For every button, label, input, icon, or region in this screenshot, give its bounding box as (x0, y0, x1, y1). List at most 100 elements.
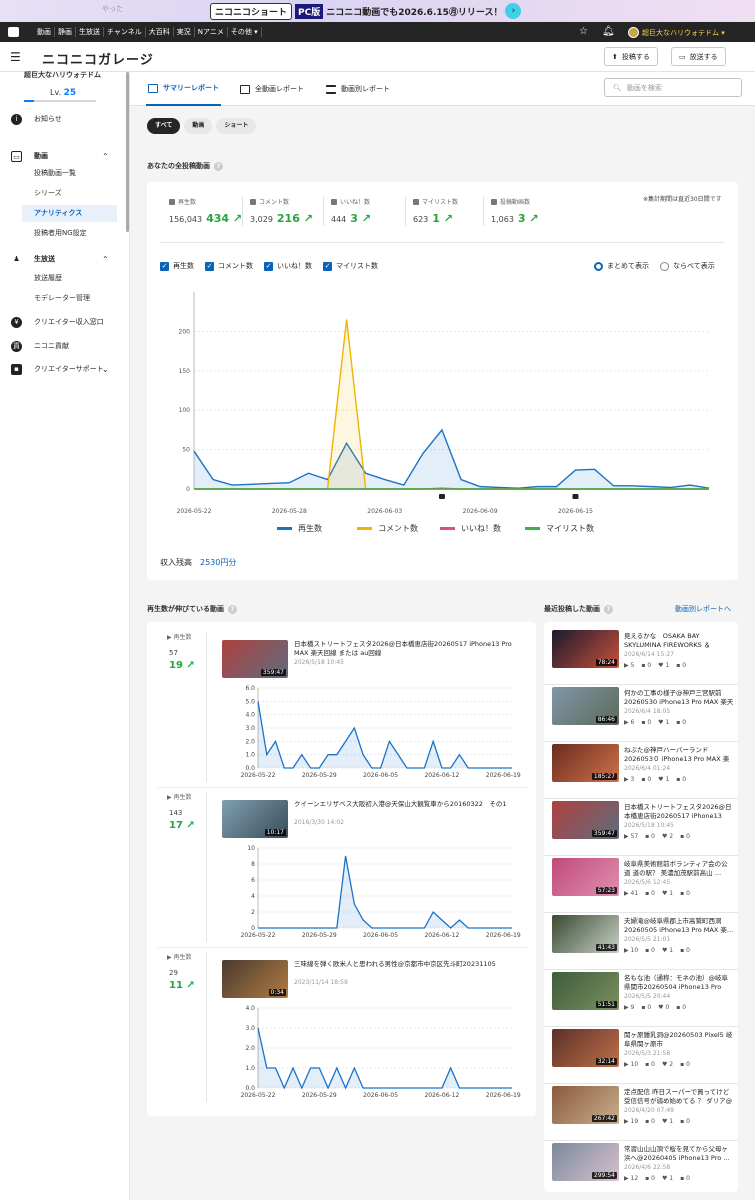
legend-item[interactable]: いいね！数 (440, 523, 501, 534)
user-menu[interactable]: 超巨大なハリウォテドム ▾ (624, 25, 729, 40)
nav-item[interactable]: 大百科 (146, 27, 174, 37)
video-title[interactable]: 何かの工事の様子@神戸三宮駅前20260530 iPhone13 Pro MAX… (624, 689, 734, 707)
metric-checkbox[interactable]: ✓ いいね！数 (264, 261, 312, 271)
nav-item[interactable]: 静画 (55, 27, 76, 37)
per-video-report-link[interactable]: 動画別レポートへ (675, 604, 731, 614)
recent-video-item[interactable]: 359:47 日本橋ストリートフェスタ2026@日本橋恵店街20260517 iP… (552, 799, 737, 855)
video-date: 2026/5/3 21:58 (624, 1050, 671, 1057)
help-icon[interactable]: ? (228, 604, 237, 614)
niconico-logo-icon[interactable] (8, 27, 19, 37)
video-title[interactable]: 名もな池（通称：モネの池）@岐阜県関市20260504 iPhone13 Pro… (624, 974, 734, 992)
video-title[interactable]: クイーンエリザベス大阪初入港@天保山大観覧車から20160322 その1 (294, 800, 522, 818)
video-marker-icon[interactable] (438, 494, 445, 499)
recent-video-item[interactable]: 78:24 見えるかな OSAKA BAY SKYLUMINA FIREWORKS… (552, 628, 737, 684)
filter-pill[interactable]: 動画 (184, 118, 213, 134)
nav-item[interactable]: その他 ▾ (228, 27, 262, 37)
video-title[interactable]: 岐阜県美術館前ボランティア会の公道 道の駅？ 美濃加茂駅前高山 … (624, 860, 734, 878)
video-thumbnail[interactable]: 359:47 (222, 640, 288, 678)
nav-item[interactable]: チャンネル (104, 27, 146, 37)
filter-pill[interactable]: すべて (147, 118, 181, 134)
count-item: ▶ 12 (624, 1175, 638, 1182)
video-thumbnail[interactable]: 32:14 (552, 1029, 619, 1067)
sidebar-item-video[interactable]: ▭ 動画 ⌃ (0, 149, 128, 163)
post-button[interactable]: ⬆ 投稿する (604, 47, 658, 66)
stat-gain: 3 ↗ (517, 212, 539, 225)
video-thumbnail[interactable]: 185:27 (552, 744, 619, 782)
video-search-input[interactable]: 🔍︎ 動画を検索 (604, 78, 742, 97)
video-thumbnail[interactable]: 57:23 (552, 858, 619, 896)
nav-item[interactable]: Nアニメ (195, 27, 228, 37)
help-icon[interactable]: ? (214, 161, 223, 171)
count-item: ▪ 0 (680, 833, 690, 840)
metric-checkbox[interactable]: ✓ マイリスト数 (323, 261, 378, 271)
sidebar-item-news[interactable]: i お知らせ (0, 112, 128, 126)
sidebar-sub-item[interactable]: 放送履歴 (22, 270, 117, 287)
recent-video-item[interactable]: 267:42 定点配信 昨日スーパーで買ってけど受信信号が弱め始めてる ？ ダリア… (552, 1084, 737, 1140)
sidebar-item-revenue[interactable]: ¥ クリエイター収入窓口 (0, 315, 128, 329)
metric-checkbox[interactable]: ✓ 再生数 (160, 261, 194, 271)
tab-per-video[interactable]: 動画別レポート (326, 72, 390, 106)
user-name: 超巨大なハリウォテドム ▾ (642, 28, 725, 37)
nav-item[interactable]: 実況 (174, 27, 195, 37)
live-button[interactable]: ▭ 放送する (671, 47, 726, 66)
video-marker-icon[interactable] (572, 494, 579, 499)
video-thumbnail[interactable]: 86:46 (552, 687, 619, 725)
filter-pill[interactable]: ショート (216, 118, 257, 134)
revenue-value[interactable]: 2530円分 (200, 558, 236, 567)
stat-icon (413, 198, 419, 205)
video-thumbnail[interactable]: 78:24 (552, 630, 619, 668)
video-duration: 86:46 (595, 716, 617, 723)
promo-banner[interactable]: やった ニコニコショート PC版 ニコニコ動画でも2026.6.15㊊リリース！… (0, 0, 755, 22)
video-thumbnail[interactable]: 10:17 (222, 800, 288, 838)
banner-arrow-icon[interactable]: › (505, 3, 522, 19)
nav-item[interactable]: 生放送 (76, 27, 104, 37)
sidebar-sub-item[interactable]: 投稿動画一覧 (22, 165, 117, 182)
recent-video-item[interactable]: 51:51 名もな池（通称：モネの池）@岐阜県関市20260504 iPhone1… (552, 970, 737, 1026)
sidebar-sub-item[interactable]: シリーズ (22, 185, 117, 202)
recent-video-item[interactable]: 86:46 何かの工事の様子@神戸三宮駅前20260530 iPhone13 Pr… (552, 685, 737, 741)
sidebar-scrollbar[interactable] (126, 72, 129, 232)
tab-all-videos[interactable]: 全動画レポート (240, 72, 304, 106)
video-title[interactable]: 見えるかな OSAKA BAY SKYLUMINA FIREWORKS ＆ DR… (624, 632, 734, 650)
video-title[interactable]: 定点配信 昨日スーパーで買ってけど受信信号が弱め始めてる ？ ダリア@ベラ… (624, 1088, 734, 1106)
video-thumbnail[interactable]: 0:34 (222, 960, 288, 998)
video-title[interactable]: 日本橋ストリートフェスタ2026@日本橋恵店街20260517 iPhone13… (624, 803, 734, 821)
recent-video-item[interactable]: 185:27 ねぶた@神戸ハーバーランド2026053０ iPhone13 Pro… (552, 742, 737, 798)
video-title[interactable]: 三味線を弾く欧米人と思われる男性@京都市中京区先斗町20231105 (294, 960, 522, 978)
video-thumbnail[interactable]: 299:54 (552, 1143, 619, 1181)
video-thumbnail[interactable]: 359:47 (552, 801, 619, 839)
legend-item[interactable]: コメント数 (357, 523, 418, 534)
hamburger-icon[interactable]: ☰ (10, 51, 21, 63)
radio-side-by-side[interactable]: ならべて表示 (660, 261, 715, 271)
video-title[interactable]: ねぶた@神戸ハーバーランド2026053０ iPhone13 Pro MAX 楽… (624, 746, 734, 764)
video-title[interactable]: 日本橋ストリートフェスタ2026@日本橋恵店街20260517 iPhone13… (294, 640, 522, 658)
banner-pc-badge: PC版 (295, 3, 324, 19)
tab-summary[interactable]: サマリーレポート (146, 72, 221, 106)
sidebar-sub-item[interactable]: モデレーター管理 (22, 290, 117, 307)
sidebar-item-live[interactable]: ♟ 生放送 ⌃ (0, 252, 128, 266)
radio-combined[interactable]: まとめて表示 (594, 261, 649, 271)
nav-item[interactable]: 動画 (34, 27, 55, 37)
help-icon[interactable]: ? (604, 604, 613, 614)
sidebar-contrib-label: ニコニ貢献 (34, 342, 69, 350)
legend-item[interactable]: 再生数 (277, 523, 322, 534)
sidebar-sub-item[interactable]: 投稿者用NG設定 (22, 225, 117, 242)
video-title[interactable]: 関ヶ原鍾乳洞@20260503 Pixel5 岐阜県関ヶ原市 (624, 1031, 734, 1049)
video-thumbnail[interactable]: 267:42 (552, 1086, 619, 1124)
legend-item[interactable]: マイリスト数 (525, 523, 594, 534)
recent-video-item[interactable]: 32:14 関ヶ原鍾乳洞@20260503 Pixel5 岐阜県関ヶ原市 2026/… (552, 1027, 737, 1083)
count-value: 0 (682, 776, 687, 783)
sidebar-item-contrib[interactable]: 貢 ニコニ貢献 (0, 339, 128, 353)
video-thumbnail[interactable]: 41:43 (552, 915, 619, 953)
bell-icon[interactable]: 🔔︎ (602, 26, 615, 37)
star-icon[interactable]: ☆ (579, 26, 588, 37)
sidebar-item-support[interactable]: ▪ クリエイターサポート ⌄ (0, 362, 128, 376)
metric-checkbox[interactable]: ✓ コメント数 (205, 261, 253, 271)
video-title[interactable]: 常習山山山頂で桜を見てから父母ヶ浜へ@20260405 iPhone13 Pro… (624, 1145, 734, 1163)
recent-video-item[interactable]: 299:54 常習山山山頂で桜を見てから父母ヶ浜へ@20260405 iPhone… (552, 1141, 737, 1197)
video-thumbnail[interactable]: 51:51 (552, 972, 619, 1010)
video-title[interactable]: 夫婦滝@岐阜県郡上市高鷲町西洞 20260505 iPhone13 Pro MA… (624, 917, 734, 935)
recent-video-item[interactable]: 57:23 岐阜県美術館前ボランティア会の公道 道の駅？ 美濃加茂駅前高山 … 20… (552, 856, 737, 912)
sidebar-sub-item[interactable]: アナリティクス (22, 205, 117, 222)
recent-video-item[interactable]: 41:43 夫婦滝@岐阜県郡上市高鷲町西洞 20260505 iPhone13 P… (552, 913, 737, 969)
